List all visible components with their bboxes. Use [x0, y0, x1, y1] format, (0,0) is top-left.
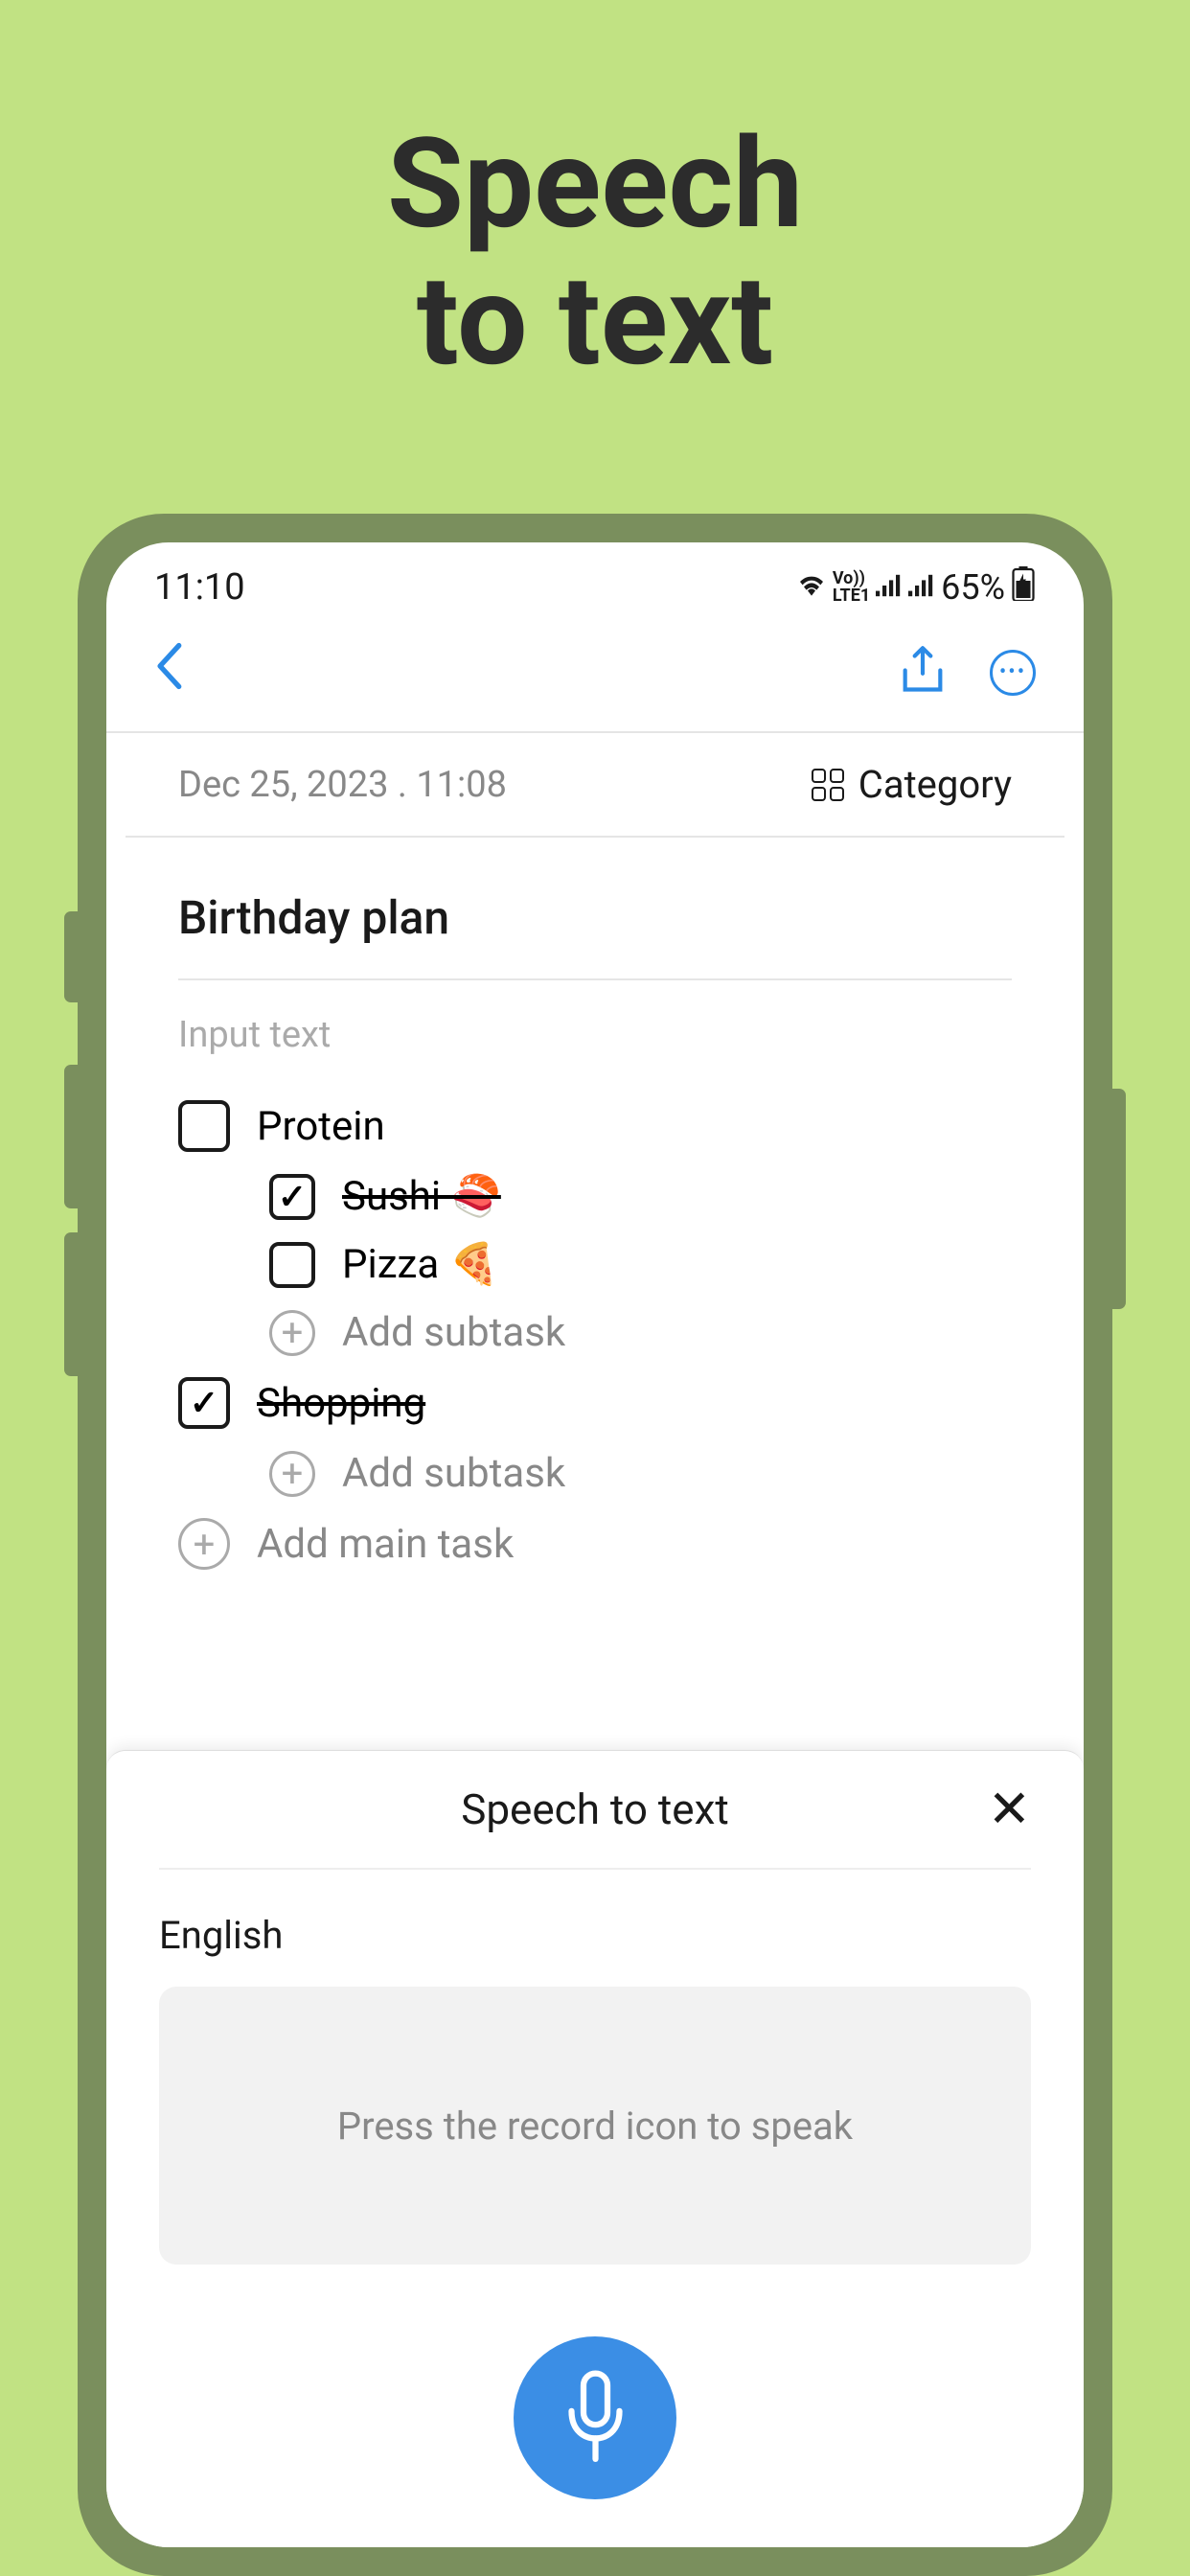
share-button[interactable] — [899, 644, 947, 701]
microphone-icon — [560, 2370, 631, 2466]
add-label: Add subtask — [342, 1450, 565, 1497]
device-frame: 11:10 Vo))LTE1 65% — [78, 514, 1112, 2576]
content-area: Birthday plan Input text Protein Sushi 🍣… — [126, 838, 1064, 1750]
language-selector[interactable]: English — [159, 1913, 1031, 1958]
task-row[interactable]: Sushi 🍣 — [178, 1162, 1012, 1230]
status-icons: Vo))LTE1 65% — [796, 566, 1036, 609]
category-button[interactable]: Category — [812, 762, 1012, 807]
battery-icon — [1011, 566, 1036, 609]
marketing-title: Speech to text — [387, 115, 803, 389]
plus-icon: + — [178, 1518, 230, 1570]
task-list: Protein Sushi 🍣 Pizza 🍕 + Add subtask Sh… — [178, 1090, 1012, 1580]
checkbox-icon[interactable] — [269, 1242, 315, 1288]
task-row[interactable]: Shopping — [178, 1367, 1012, 1439]
task-label: Protein — [257, 1103, 385, 1150]
record-button[interactable] — [514, 2336, 676, 2499]
add-label: Add subtask — [342, 1309, 565, 1356]
input-label: Input text — [178, 980, 1012, 1080]
timestamp: Dec 25, 2023 . 11:08 — [178, 764, 507, 806]
task-label: Pizza 🍕 — [342, 1241, 499, 1288]
nav-bar: ••• — [106, 618, 1084, 731]
add-subtask-button[interactable]: + Add subtask — [178, 1439, 1012, 1507]
sheet-title: Speech to text — [159, 1784, 1031, 1834]
status-time: 11:10 — [154, 566, 245, 609]
back-button[interactable] — [154, 642, 183, 702]
checkbox-icon[interactable] — [178, 1100, 230, 1152]
close-button[interactable]: ✕ — [988, 1779, 1031, 1840]
note-title[interactable]: Birthday plan — [178, 866, 1012, 980]
task-label: Shopping — [257, 1380, 425, 1427]
volte-icon: Vo))LTE1 — [833, 570, 870, 605]
meta-row: Dec 25, 2023 . 11:08 Category — [126, 733, 1064, 838]
task-label: Sushi 🍣 — [342, 1173, 501, 1220]
battery-text: 65% — [941, 567, 1005, 608]
add-subtask-button[interactable]: + Add subtask — [178, 1299, 1012, 1367]
add-label: Add main task — [257, 1521, 514, 1568]
screen: 11:10 Vo))LTE1 65% — [106, 542, 1084, 2547]
record-prompt-box: Press the record icon to speak — [159, 1987, 1031, 2265]
signal-icon-2 — [908, 571, 935, 605]
add-main-task-button[interactable]: + Add main task — [178, 1507, 1012, 1580]
checkbox-checked-icon[interactable] — [178, 1377, 230, 1429]
record-prompt-text: Press the record icon to speak — [337, 2104, 853, 2149]
status-bar: 11:10 Vo))LTE1 65% — [106, 542, 1084, 618]
task-row[interactable]: Protein — [178, 1090, 1012, 1162]
checkbox-checked-icon[interactable] — [269, 1174, 315, 1220]
plus-icon: + — [269, 1451, 315, 1497]
speech-sheet: Speech to text ✕ English Press the recor… — [106, 1750, 1084, 2547]
signal-icon — [876, 571, 903, 605]
category-label: Category — [858, 762, 1012, 807]
task-row[interactable]: Pizza 🍕 — [178, 1230, 1012, 1299]
more-button[interactable]: ••• — [990, 650, 1036, 696]
category-icon — [812, 769, 844, 801]
plus-icon: + — [269, 1310, 315, 1356]
wifi-icon — [796, 571, 827, 605]
